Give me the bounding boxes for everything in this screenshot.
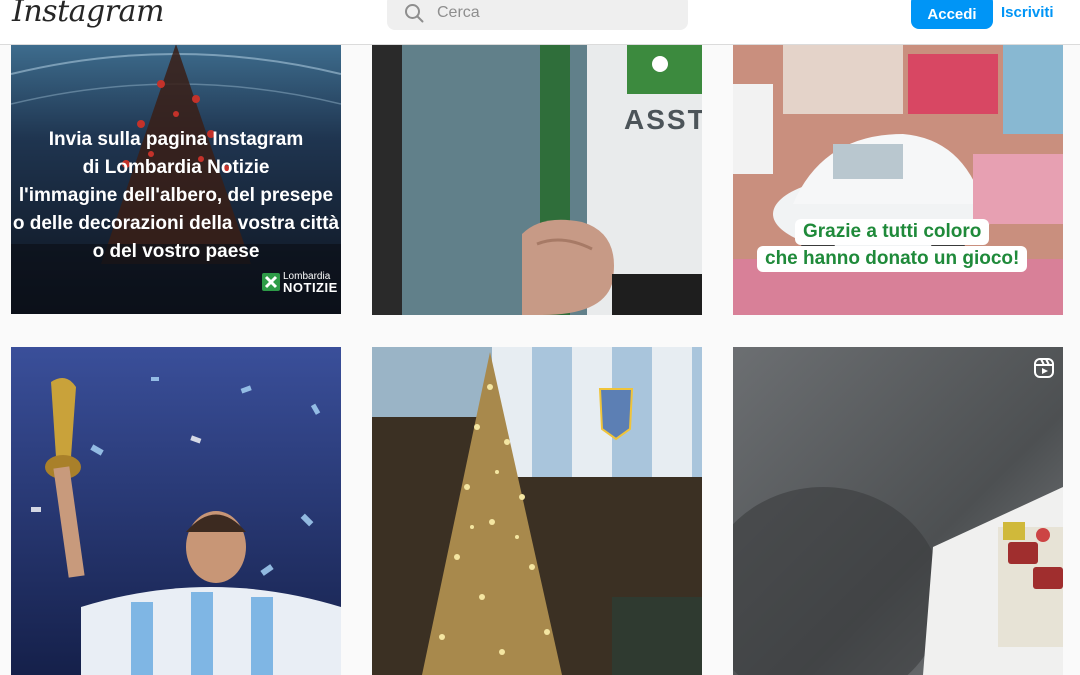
post-2-image	[372, 44, 702, 315]
post-thumbnail-6[interactable]	[733, 347, 1063, 675]
search-input[interactable]	[435, 0, 679, 26]
brand-name-bottom: NOTIZIE	[283, 280, 338, 295]
post-1-overlay-text: Invia sulla pagina Instagram di Lombardi…	[11, 126, 341, 266]
post-3-image	[733, 44, 1063, 315]
post-thumbnail-5[interactable]	[372, 347, 702, 675]
search-box[interactable]	[387, 0, 688, 30]
overlay-line: l'immagine dell'albero, del presepe	[18, 185, 334, 206]
overlay-line: Invia sulla pagina Instagram	[48, 129, 304, 150]
top-navigation-bar: Instagram Accedi Iscriviti	[0, 0, 1080, 45]
signup-link[interactable]: Iscriviti	[1001, 4, 1054, 24]
post-5-image	[372, 347, 702, 675]
lombardia-cross-icon	[262, 273, 280, 291]
post-thumbnail-4[interactable]	[11, 347, 341, 675]
post-3-caption-line-2: che hanno donato un gioco!	[757, 246, 1028, 272]
post-6-image	[733, 347, 1063, 675]
search-icon	[405, 4, 424, 23]
post-thumbnail-3[interactable]: Grazie a tutti coloro che hanno donato u…	[733, 44, 1063, 315]
overlay-line: o delle decorazioni della vostra città	[12, 213, 340, 234]
reels-icon	[1034, 358, 1054, 378]
overlay-line: o del vostro paese	[92, 241, 260, 262]
login-button[interactable]: Accedi	[911, 0, 993, 29]
post-4-image	[11, 347, 341, 675]
post-2-sign-text: ASST	[624, 104, 702, 135]
overlay-line: di Lombardia Notizie	[82, 157, 270, 178]
instagram-logo[interactable]: Instagram	[12, 0, 164, 29]
lombardia-notizie-logo: Lombardia NOTIZIE	[262, 270, 337, 296]
post-thumbnail-2[interactable]: ASST	[372, 44, 702, 315]
post-thumbnail-1[interactable]: Invia sulla pagina Instagram di Lombardi…	[11, 44, 341, 314]
post-3-caption-line-1: Grazie a tutti coloro	[795, 219, 990, 245]
